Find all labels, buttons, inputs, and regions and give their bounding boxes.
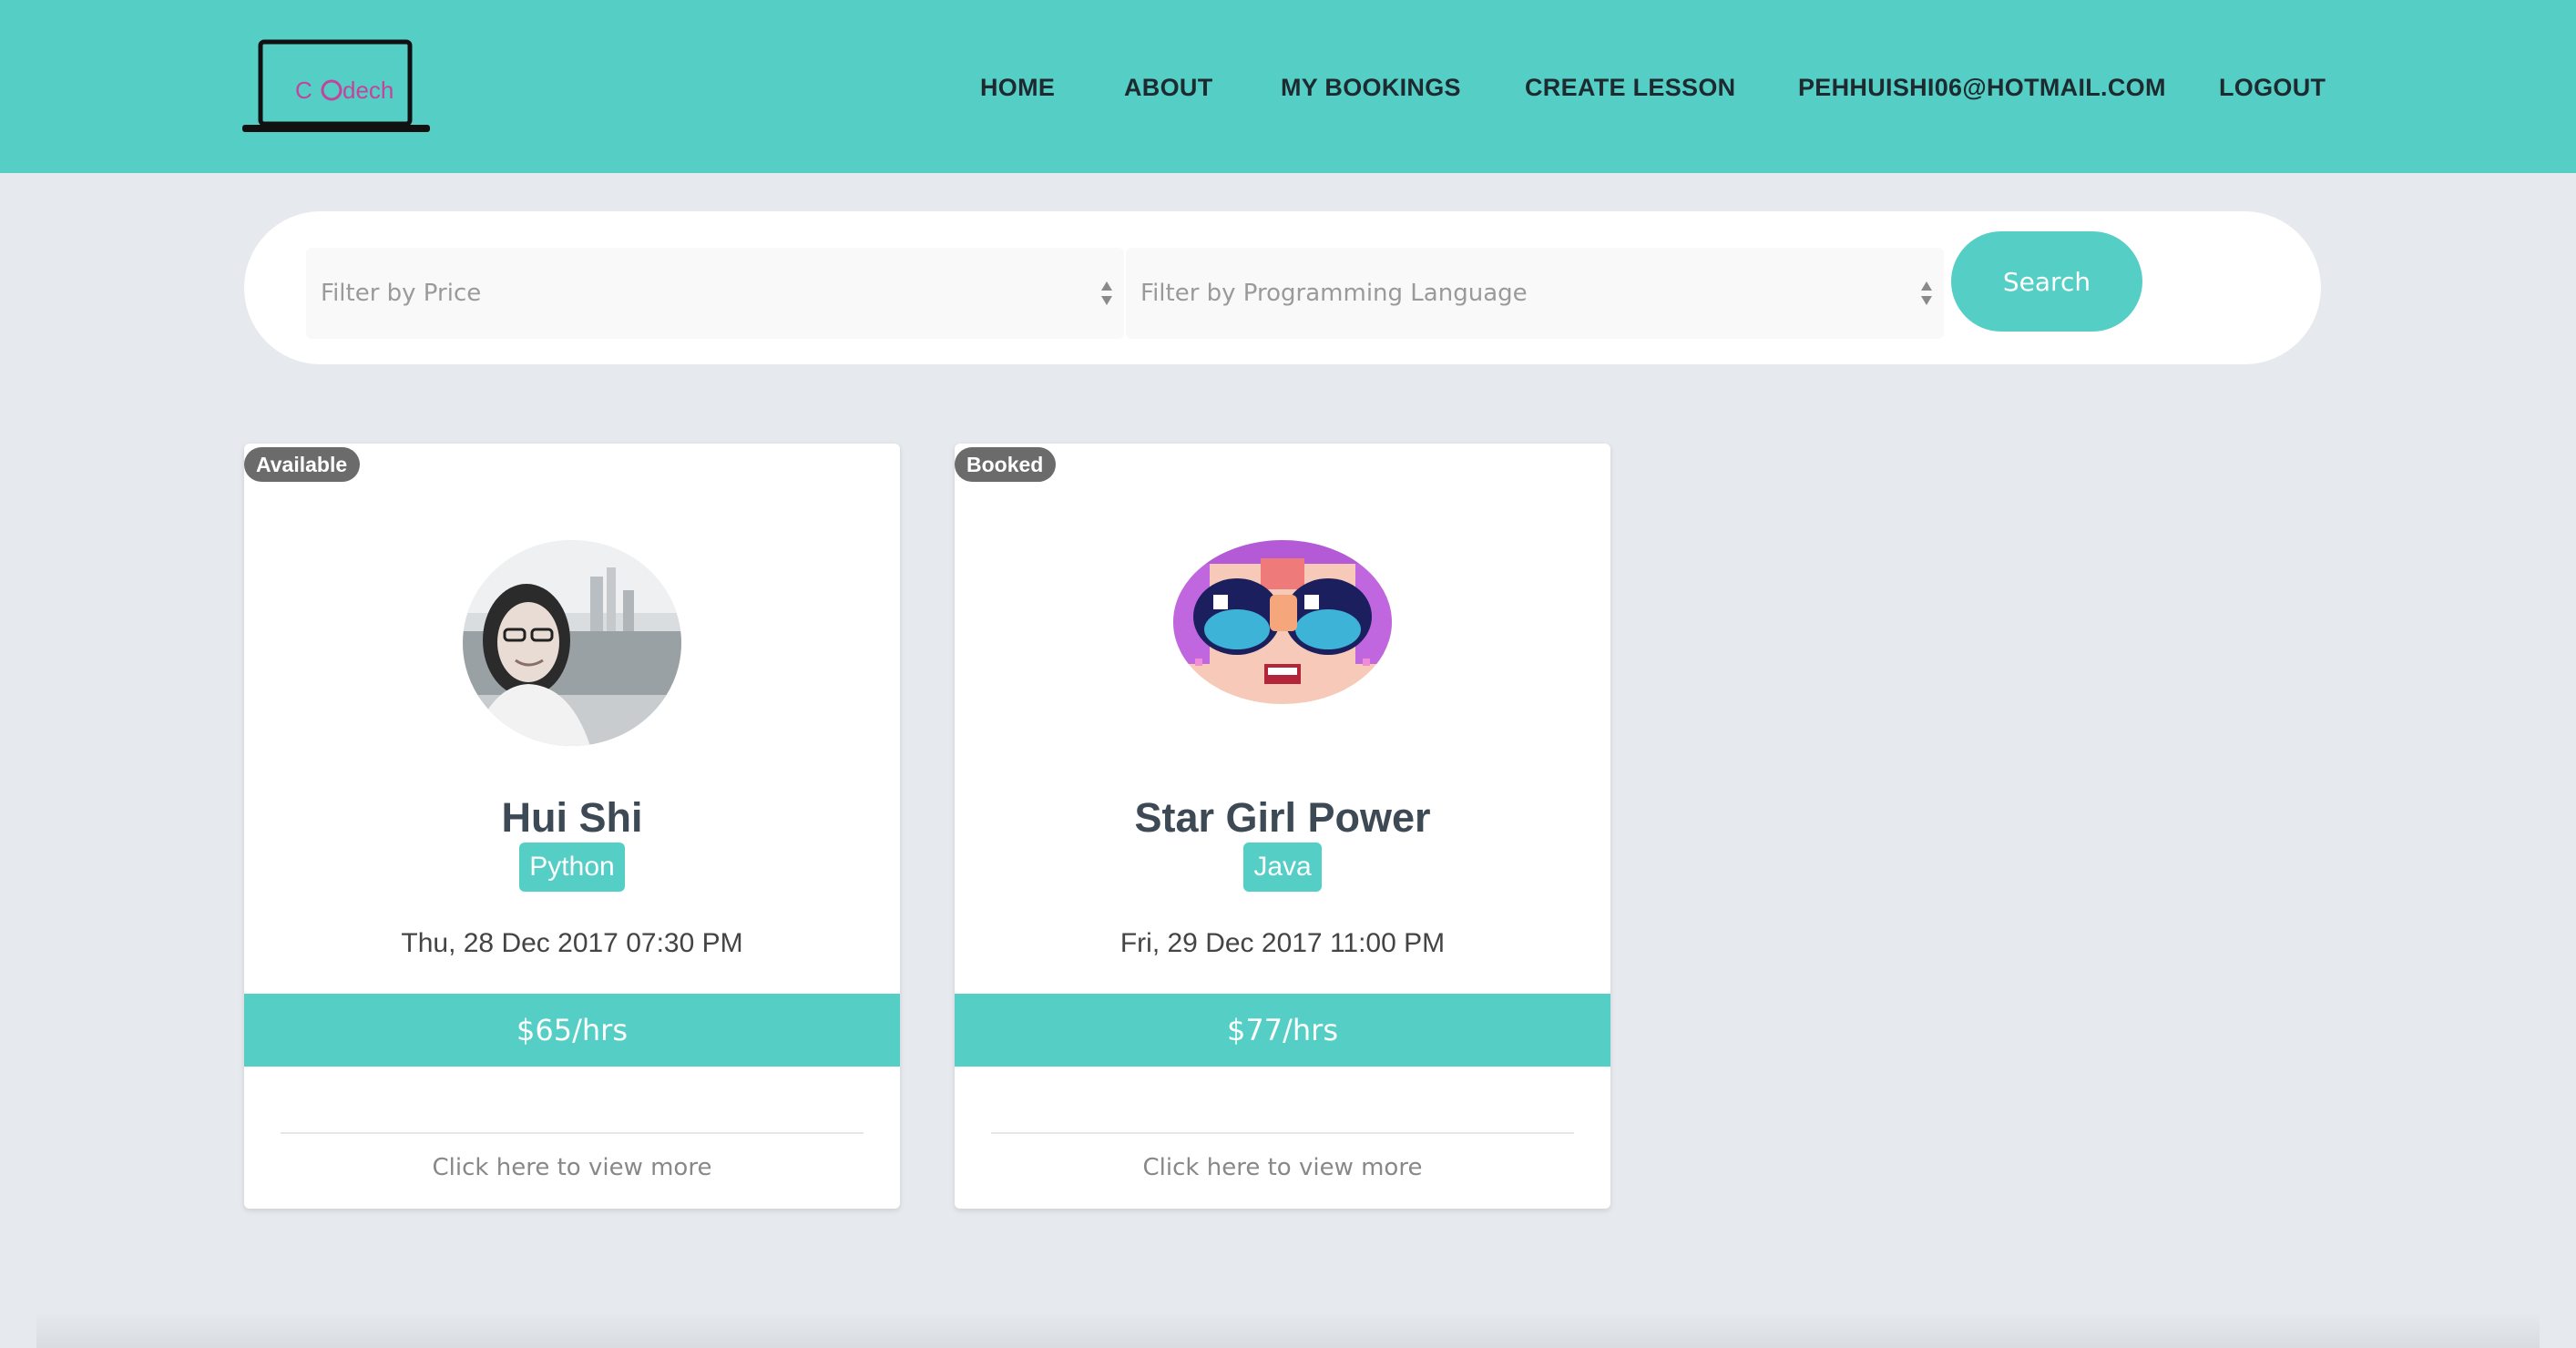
- tutor-name: Hui Shi: [501, 794, 643, 841]
- footer-shadow: [36, 1312, 2540, 1348]
- svg-text:C: C: [295, 77, 312, 104]
- price-filter-select[interactable]: Filter by Price: [306, 248, 1124, 339]
- nav-create-lesson[interactable]: CREATE LESSON: [1525, 69, 1735, 106]
- view-more-link[interactable]: Click here to view more: [244, 1154, 900, 1181]
- view-more-link[interactable]: Click here to view more: [955, 1154, 1610, 1181]
- language-tag: Python: [519, 842, 625, 892]
- lesson-datetime: Fri, 29 Dec 2017 11:00 PM: [1119, 928, 1446, 958]
- nav-user-email[interactable]: PEHHUISHI06@HOTMAIL.COM: [1798, 69, 2166, 106]
- status-badge: Available: [244, 447, 361, 482]
- lesson-card[interactable]: Booked Star Girl Power Java Fri, 29 Dec: [955, 444, 1610, 1209]
- nav-home[interactable]: HOME: [980, 69, 1055, 106]
- card-divider: [281, 1132, 864, 1134]
- nav-about[interactable]: ABOUT: [1124, 69, 1213, 106]
- language-filter-select[interactable]: Filter by Programming Language: [1126, 248, 1944, 339]
- nav-my-bookings[interactable]: MY BOOKINGS: [1281, 69, 1461, 106]
- codech-logo[interactable]: C dech: [242, 39, 430, 139]
- top-navbar: C dech HOME ABOUT MY BOOKINGS CREATE LES…: [0, 0, 2576, 173]
- select-arrows-icon: [1101, 281, 1112, 305]
- search-button[interactable]: Search: [1951, 231, 2142, 332]
- svg-text:dech: dech: [342, 77, 394, 104]
- language-tag-wrap: Java: [955, 842, 1610, 892]
- price-filter-placeholder: Filter by Price: [321, 280, 482, 307]
- language-filter-placeholder: Filter by Programming Language: [1140, 280, 1528, 307]
- status-badge: Booked: [955, 447, 1057, 482]
- select-arrows-icon: [1921, 281, 1932, 305]
- lesson-price: $65/hrs: [244, 994, 900, 1067]
- lesson-card[interactable]: Available Hui Shi Python Thu, 28 Dec 201…: [244, 444, 900, 1209]
- language-tag-wrap: Python: [244, 842, 900, 892]
- tutor-name: Star Girl Power: [1134, 794, 1431, 841]
- nav-logout[interactable]: LOGOUT: [2219, 69, 2326, 106]
- language-tag: Java: [1243, 842, 1322, 892]
- lesson-datetime: Thu, 28 Dec 2017 07:30 PM: [401, 928, 743, 958]
- tutor-avatar: [1173, 540, 1392, 704]
- tutor-avatar: [463, 540, 681, 746]
- card-divider: [991, 1132, 1574, 1134]
- lesson-price: $77/hrs: [955, 994, 1610, 1067]
